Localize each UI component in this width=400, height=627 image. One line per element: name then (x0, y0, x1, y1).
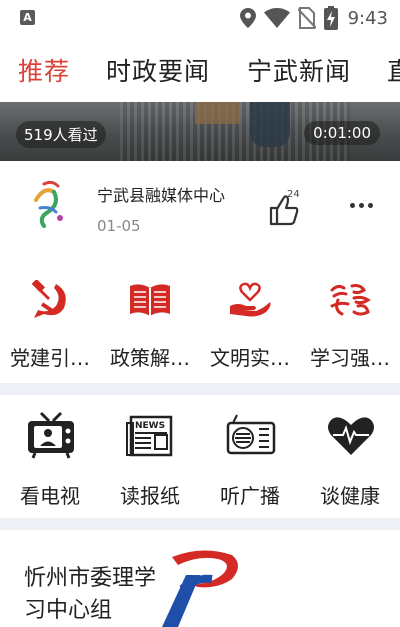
entry-party-building[interactable]: 党建引… (0, 270, 100, 380)
notification-icon: A (20, 10, 35, 25)
entry-read-newspaper[interactable]: NEWS 读报纸 (100, 405, 200, 515)
hammer-sickle-icon (31, 280, 66, 318)
quick-entries: 党建引… 政策解… 文明实… 学习强… (0, 270, 400, 380)
publish-date: 01-05 (97, 217, 141, 235)
section-divider (0, 518, 400, 530)
entry-civilization[interactable]: 文明实… (200, 270, 300, 380)
heartbeat-icon (328, 417, 374, 455)
entry-listen-radio[interactable]: 听广播 (200, 405, 300, 515)
channel-tabs: 推荐 时政要闻 宁武新闻 直 (0, 36, 400, 102)
section-divider (0, 383, 400, 395)
video-frame-object (195, 102, 240, 124)
more-dot (368, 202, 373, 208)
entry-watch-tv[interactable]: 看电视 (0, 405, 100, 515)
tab-politics[interactable]: 时政要闻 (106, 52, 210, 88)
status-bar: A 9:43 (0, 0, 400, 36)
entry-label: 学习强… (310, 346, 390, 370)
entry-label: 听广播 (220, 484, 280, 508)
like-count: 24 (287, 189, 300, 200)
entry-policy[interactable]: 政策解… (100, 270, 200, 380)
media-entries: 看电视 NEWS 读报纸 听广播 谈健康 (0, 405, 400, 513)
entry-health[interactable]: 谈健康 (300, 405, 400, 515)
source-logo[interactable] (30, 178, 70, 230)
heart-hand-icon (230, 282, 271, 317)
radio-icon (226, 414, 276, 455)
battery-charging-icon (323, 6, 338, 30)
entry-label: 读报纸 (120, 484, 180, 508)
source-name[interactable]: 宁武县融媒体中心 (97, 182, 225, 206)
video-frame-person (250, 102, 290, 147)
newspaper-icon: NEWS (126, 415, 173, 457)
entry-label: 谈健康 (320, 484, 380, 508)
no-sim-icon (297, 7, 316, 29)
entry-label: 看电视 (20, 484, 80, 508)
tv-icon (28, 411, 74, 459)
tab-more[interactable]: 直 (387, 52, 400, 88)
status-icons: 9:43 (239, 6, 388, 30)
tab-local-news[interactable]: 宁武新闻 (247, 52, 351, 88)
wifi-icon (263, 8, 290, 28)
location-icon (239, 8, 256, 28)
entry-label: 政策解… (110, 346, 190, 370)
view-count-badge: 519人看过 (16, 121, 106, 148)
xuexi-calligraphy-icon (330, 284, 371, 316)
entry-xuexi[interactable]: 学习强… (300, 270, 400, 380)
card-title[interactable]: 忻州市委理学习中心组 (24, 563, 164, 627)
more-dot (359, 202, 364, 208)
open-book-icon (130, 284, 170, 316)
more-options-icon[interactable] (350, 198, 378, 212)
entry-label: 文明实… (210, 346, 290, 370)
video-duration-badge: 0:01:00 (304, 121, 380, 145)
tab-recommend[interactable]: 推荐 (18, 52, 70, 88)
entry-label: 党建引… (10, 346, 90, 370)
more-dot (350, 202, 355, 208)
status-time: 9:43 (347, 7, 388, 29)
party-school-logo (162, 550, 238, 627)
svg-text:NEWS: NEWS (135, 421, 165, 431)
